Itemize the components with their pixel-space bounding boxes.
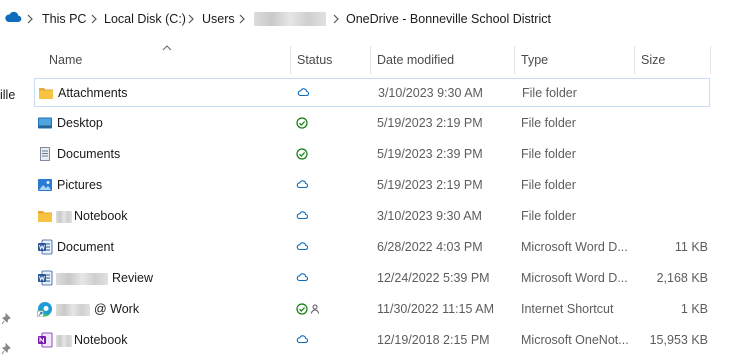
column-divider[interactable] (634, 46, 635, 74)
file-row[interactable]: Documents 5/19/2023 2:39 PM File folder (34, 140, 710, 169)
chevron-right-icon (239, 14, 245, 24)
file-type: Microsoft OneNot... (521, 333, 629, 347)
column-size[interactable]: Size (641, 53, 665, 67)
documents-folder-icon (40, 147, 50, 161)
redacted-text (56, 335, 72, 347)
date-modified: 6/28/2022 4:03 PM (377, 240, 483, 254)
file-name: Desktop (57, 116, 103, 130)
file-row[interactable]: Notebook 12/19/2018 2:15 PM Microsoft On… (34, 326, 710, 355)
pin-icon[interactable] (1, 343, 12, 355)
file-row[interactable]: @ Work 11/30/2022 11:15 AM Internet Shor… (34, 295, 710, 324)
redacted-text (56, 211, 72, 223)
folder-icon (39, 88, 53, 99)
address-bar[interactable]: This PC Local Disk (C:) Users OneDrive -… (0, 0, 745, 38)
file-type: File folder (522, 86, 577, 100)
date-modified: 5/19/2023 2:19 PM (377, 116, 483, 130)
file-name: @ Work (94, 302, 140, 316)
date-modified: 3/10/2023 9:30 AM (377, 209, 482, 223)
column-divider[interactable] (370, 46, 371, 74)
file-type: File folder (521, 209, 576, 223)
breadcrumb-this-pc[interactable]: This PC (42, 12, 86, 26)
file-name: Document (57, 240, 114, 254)
cloud-icon (296, 273, 308, 282)
edge-shortcut-icon (37, 302, 52, 317)
word-document-icon (38, 270, 53, 286)
column-name[interactable]: Name (49, 53, 82, 67)
date-modified: 11/30/2022 11:15 AM (377, 302, 494, 316)
file-size: 2,168 KB (656, 271, 708, 285)
redacted-text (56, 273, 108, 285)
file-row[interactable]: Notebook 3/10/2023 9:30 AM File folder (34, 202, 710, 231)
file-name: Notebook (74, 333, 128, 347)
folder-icon (38, 211, 52, 222)
breadcrumb-users[interactable]: Users (202, 12, 235, 26)
file-row[interactable]: Desktop 5/19/2023 2:19 PM File folder (34, 109, 710, 138)
column-divider[interactable] (290, 46, 291, 74)
file-name: Pictures (57, 178, 103, 192)
file-type: File folder (521, 116, 576, 130)
file-name: Notebook (74, 209, 128, 223)
cloud-icon (296, 180, 308, 189)
onenote-icon (38, 332, 53, 348)
file-row[interactable]: Review 12/24/2022 5:39 PM Microsoft Word… (34, 264, 710, 293)
file-size: 11 KB (674, 240, 708, 254)
column-header: Name Status Date modified Type Size (34, 45, 745, 74)
pictures-folder-icon (38, 179, 52, 191)
breadcrumb-onedrive[interactable]: OneDrive - Bonneville School District (346, 12, 551, 26)
file-row[interactable]: Pictures 5/19/2023 2:19 PM File folder (34, 171, 710, 200)
column-type[interactable]: Type (521, 53, 548, 67)
pin-icon[interactable] (1, 313, 12, 325)
date-modified: 3/10/2023 9:30 AM (378, 86, 483, 100)
file-name: Attachments (58, 86, 128, 100)
cloud-icon (297, 88, 309, 97)
file-type: File folder (521, 147, 576, 161)
column-date-modified[interactable]: Date modified (377, 53, 454, 67)
cloud-icon (296, 242, 308, 251)
date-modified: 12/24/2022 5:39 PM (377, 271, 490, 285)
synced-check-icon (296, 117, 308, 129)
sort-ascending-icon (162, 45, 172, 51)
chevron-right-icon (27, 14, 33, 24)
redacted-username (254, 12, 326, 26)
date-modified: 12/19/2018 2:15 PM (377, 333, 490, 347)
synced-check-icon (296, 148, 308, 160)
breadcrumb-local-disk[interactable]: Local Disk (C:) (104, 12, 186, 26)
file-type: File folder (521, 178, 576, 192)
desktop-folder-icon (38, 117, 52, 129)
synced-shared-icon (296, 303, 319, 315)
date-modified: 5/19/2023 2:39 PM (377, 147, 483, 161)
file-type: Microsoft Word D... (521, 271, 628, 285)
date-modified: 5/19/2023 2:19 PM (377, 178, 483, 192)
file-size: 15,953 KB (649, 333, 708, 347)
file-row[interactable]: Attachments 3/10/2023 9:30 AM File folde… (34, 78, 710, 107)
column-divider[interactable] (514, 46, 515, 74)
file-type: Internet Shortcut (521, 302, 614, 316)
column-divider[interactable] (710, 46, 711, 74)
chevron-right-icon (333, 14, 339, 24)
cloud-icon (296, 211, 308, 220)
file-size: 1 KB (680, 302, 708, 316)
file-name: Review (112, 271, 153, 285)
cloud-icon (296, 335, 308, 344)
redacted-text (56, 304, 90, 316)
onedrive-cloud-icon (4, 11, 22, 26)
file-type: Microsoft Word D... (521, 240, 628, 254)
chevron-right-icon (188, 14, 194, 24)
nav-item-label[interactable]: ille (0, 88, 15, 102)
column-status[interactable]: Status (297, 53, 332, 67)
file-name: Documents (57, 147, 121, 161)
file-row[interactable]: Document 6/28/2022 4:03 PM Microsoft Wor… (34, 233, 710, 262)
chevron-right-icon (91, 14, 97, 24)
word-document-icon (38, 239, 53, 255)
